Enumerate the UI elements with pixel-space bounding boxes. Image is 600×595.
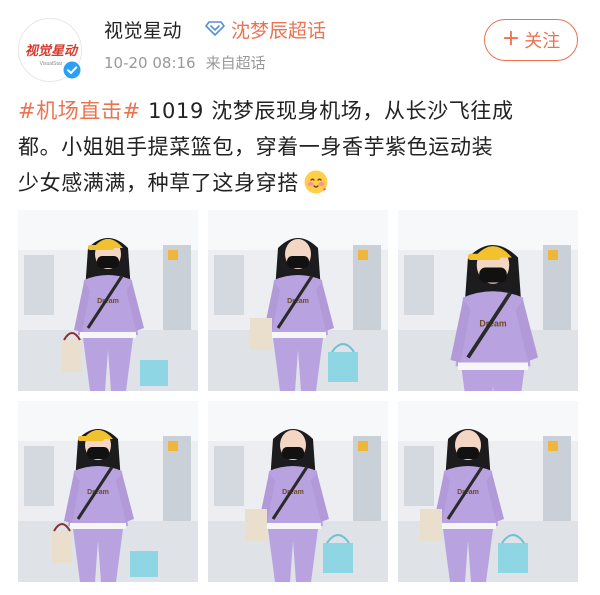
follow-button[interactable]: + 关注 <box>484 19 578 61</box>
photo-6[interactable]: Dream <box>398 401 578 582</box>
basket-bag <box>62 340 82 372</box>
post-line-1: 1019 沈梦辰现身机场，从长沙飞往成 <box>140 99 514 123</box>
face-mask <box>282 447 304 459</box>
blue-tote-bag <box>130 551 158 577</box>
face-mask <box>87 447 109 459</box>
verified-badge-icon <box>62 60 82 80</box>
photo-scene: Dream <box>208 401 388 582</box>
hashtag-link[interactable]: #机场直击# <box>18 99 141 123</box>
face-mask <box>479 267 507 283</box>
blue-tote-bag <box>328 352 358 382</box>
avatar-logo-subtext: VisualStar <box>40 61 63 67</box>
super-topic-label: 沈梦辰超话 <box>231 20 327 42</box>
photo-3[interactable]: Dream <box>398 210 578 391</box>
photo-2[interactable]: Dream <box>208 210 388 391</box>
post-meta: 10-20 08:16 来自超话 <box>104 52 266 73</box>
avatar-logo-text: 视觉星动 <box>25 43 79 58</box>
blue-tote-bag <box>498 543 528 573</box>
plus-icon: + <box>501 26 521 51</box>
super-topic-diamond-icon <box>205 19 225 41</box>
post-line-2: 都。小姐姐手提菜篮包，穿着一身香芋紫色运动装 <box>18 135 494 159</box>
basket-bag <box>420 509 442 541</box>
blushing-emoji-icon <box>303 169 329 195</box>
post-text: #机场直击# 1019 沈梦辰现身机场，从长沙飞往成 都。小姐姐手提菜篮包，穿着… <box>18 93 558 201</box>
photo-scene: Dream <box>18 210 198 391</box>
follow-label: 关注 <box>524 31 561 52</box>
photo-5[interactable]: Dream <box>208 401 388 582</box>
blue-tote-bag <box>323 543 353 573</box>
photo-scene: Dream <box>18 401 198 582</box>
post-line-3: 少女感满满，种草了这身穿搭 <box>18 171 299 195</box>
photo-scene: Dream <box>398 210 578 391</box>
basket-bag <box>245 509 267 541</box>
face-mask <box>287 256 309 268</box>
photo-scene: Dream <box>398 401 578 582</box>
post-time: 10-20 08:16 <box>104 54 196 72</box>
post-source: 来自超话 <box>205 54 266 72</box>
basket-bag <box>250 318 272 350</box>
photo-scene: Dream <box>208 210 388 391</box>
photo-1[interactable]: Dream <box>18 210 198 391</box>
blue-tote-bag <box>140 360 168 386</box>
photo-4[interactable]: Dream <box>18 401 198 582</box>
basket-bag <box>52 531 72 563</box>
face-mask <box>97 256 119 268</box>
account-name[interactable]: 视觉星动 <box>104 16 182 43</box>
face-mask <box>457 447 479 459</box>
super-topic-link[interactable]: 沈梦辰超话 <box>205 16 326 43</box>
